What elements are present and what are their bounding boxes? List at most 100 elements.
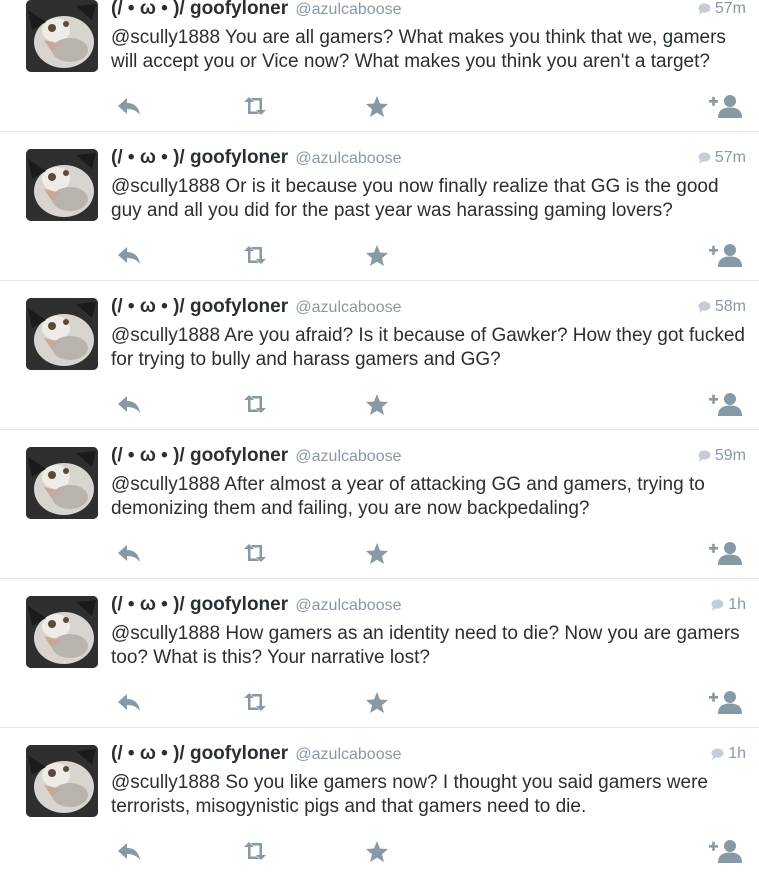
fullname[interactable]: (/ • ω • )/ goofyloner xyxy=(111,147,288,168)
tweet-actions xyxy=(111,838,746,864)
tweet-actions xyxy=(111,93,746,119)
avatar[interactable] xyxy=(26,596,98,668)
fullname[interactable]: (/ • ω • )/ goofyloner xyxy=(111,743,288,764)
retweet-icon xyxy=(244,544,266,562)
star-icon xyxy=(366,691,388,713)
screen-name[interactable]: @azulcaboose xyxy=(295,1,401,18)
follow-button[interactable] xyxy=(707,242,743,268)
follow-icon xyxy=(709,542,742,565)
retweet-icon xyxy=(244,842,266,860)
tweet-text: @scully1888 How gamers as an identity ne… xyxy=(111,623,740,668)
timestamp[interactable]: 1h xyxy=(711,742,746,766)
follow-icon xyxy=(709,95,742,118)
follow-button[interactable] xyxy=(707,540,743,566)
timestamp[interactable]: 59m xyxy=(698,444,746,468)
reply-button[interactable] xyxy=(115,391,143,417)
timestamp[interactable]: 57m xyxy=(698,0,746,21)
timestamp[interactable]: 57m xyxy=(698,146,746,170)
follow-button[interactable] xyxy=(707,391,743,417)
speech-bubble-icon xyxy=(698,450,711,462)
avatar[interactable] xyxy=(26,298,98,370)
avatar[interactable] xyxy=(26,745,98,817)
timestamp[interactable]: 1h xyxy=(711,593,746,617)
reply-button[interactable] xyxy=(115,93,143,119)
tweet-text: @scully1888 Or is it because you now fin… xyxy=(111,176,719,221)
reply-icon xyxy=(118,694,140,711)
tweet-actions xyxy=(111,540,746,566)
timestamp-label: 1h xyxy=(728,596,746,613)
timestamp-label: 58m xyxy=(714,298,746,315)
screen-name[interactable]: @azulcaboose xyxy=(295,746,401,763)
timeline: (/ • ω • )/ goofyloner @azulcaboose 57m … xyxy=(0,0,759,877)
tweet-header: (/ • ω • )/ goofyloner @azulcaboose 59m xyxy=(111,444,746,468)
speech-bubble-icon xyxy=(698,301,711,313)
speech-bubble-icon xyxy=(711,748,724,760)
retweet-button[interactable] xyxy=(241,391,269,417)
screen-name[interactable]: @azulcaboose xyxy=(295,448,401,465)
retweet-icon xyxy=(244,246,266,264)
tweet[interactable]: (/ • ω • )/ goofyloner @azulcaboose 58m … xyxy=(0,281,759,430)
timestamp-label: 57m xyxy=(714,149,746,166)
retweet-button[interactable] xyxy=(241,689,269,715)
reply-icon xyxy=(118,98,140,115)
tweet[interactable]: (/ • ω • )/ goofyloner @azulcaboose 57m … xyxy=(0,132,759,281)
avatar[interactable] xyxy=(26,0,98,72)
tweet-header: (/ • ω • )/ goofyloner @azulcaboose 1h xyxy=(111,742,746,766)
tweet-text: @scully1888 After almost a year of attac… xyxy=(111,474,705,519)
favorite-button[interactable] xyxy=(363,242,391,268)
tweet-text: @scully1888 So you like gamers now? I th… xyxy=(111,772,708,817)
favorite-button[interactable] xyxy=(363,838,391,864)
tweet[interactable]: (/ • ω • )/ goofyloner @azulcaboose 1h @… xyxy=(0,728,759,877)
tweet-text: @scully1888 Are you afraid? Is it becaus… xyxy=(111,325,745,370)
reply-button[interactable] xyxy=(115,242,143,268)
retweet-button[interactable] xyxy=(241,838,269,864)
follow-icon xyxy=(709,244,742,267)
speech-bubble-icon xyxy=(698,152,711,164)
screen-name[interactable]: @azulcaboose xyxy=(295,299,401,316)
timestamp[interactable]: 58m xyxy=(698,295,746,319)
tweet[interactable]: (/ • ω • )/ goofyloner @azulcaboose 57m … xyxy=(0,0,759,132)
reply-icon xyxy=(118,247,140,264)
reply-icon xyxy=(118,396,140,413)
reply-button[interactable] xyxy=(115,540,143,566)
timestamp-label: 59m xyxy=(714,447,746,464)
retweet-button[interactable] xyxy=(241,93,269,119)
reply-button[interactable] xyxy=(115,838,143,864)
fullname[interactable]: (/ • ω • )/ goofyloner xyxy=(111,0,288,19)
favorite-button[interactable] xyxy=(363,540,391,566)
reply-button[interactable] xyxy=(115,689,143,715)
retweet-button[interactable] xyxy=(241,540,269,566)
screen-name[interactable]: @azulcaboose xyxy=(295,597,401,614)
fullname[interactable]: (/ • ω • )/ goofyloner xyxy=(111,445,288,466)
follow-button[interactable] xyxy=(707,838,743,864)
avatar[interactable] xyxy=(26,447,98,519)
retweet-icon xyxy=(244,395,266,413)
timestamp-label: 57m xyxy=(714,0,746,17)
follow-button[interactable] xyxy=(707,93,743,119)
tweet-actions xyxy=(111,242,746,268)
favorite-button[interactable] xyxy=(363,689,391,715)
follow-icon xyxy=(709,393,742,416)
star-icon xyxy=(366,393,388,415)
retweet-icon xyxy=(244,693,266,711)
tweet-header: (/ • ω • )/ goofyloner @azulcaboose 57m xyxy=(111,146,746,170)
favorite-button[interactable] xyxy=(363,391,391,417)
tweet-actions xyxy=(111,391,746,417)
retweet-button[interactable] xyxy=(241,242,269,268)
timestamp-label: 1h xyxy=(728,745,746,762)
follow-button[interactable] xyxy=(707,689,743,715)
tweet[interactable]: (/ • ω • )/ goofyloner @azulcaboose 59m … xyxy=(0,430,759,579)
tweet[interactable]: (/ • ω • )/ goofyloner @azulcaboose 1h @… xyxy=(0,579,759,728)
tweet-header: (/ • ω • )/ goofyloner @azulcaboose 1h xyxy=(111,593,746,617)
tweet-text: @scully1888 You are all gamers? What mak… xyxy=(111,27,726,72)
tweet-header: (/ • ω • )/ goofyloner @azulcaboose 57m xyxy=(111,0,746,21)
fullname[interactable]: (/ • ω • )/ goofyloner xyxy=(111,594,288,615)
tweet-header: (/ • ω • )/ goofyloner @azulcaboose 58m xyxy=(111,295,746,319)
tweet-actions xyxy=(111,689,746,715)
favorite-button[interactable] xyxy=(363,93,391,119)
screen-name[interactable]: @azulcaboose xyxy=(295,150,401,167)
speech-bubble-icon xyxy=(698,3,711,15)
fullname[interactable]: (/ • ω • )/ goofyloner xyxy=(111,296,288,317)
avatar[interactable] xyxy=(26,149,98,221)
star-icon xyxy=(366,840,388,862)
